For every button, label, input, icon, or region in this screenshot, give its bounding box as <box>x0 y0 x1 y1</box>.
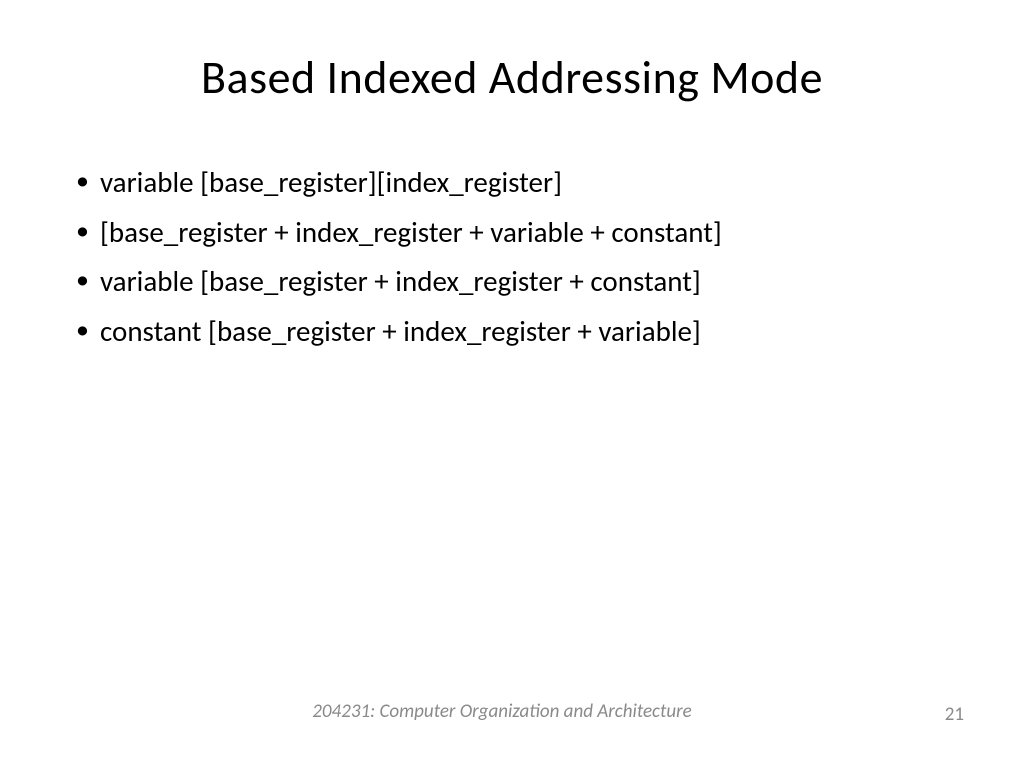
footer-text: 204231: Computer Organization and Archit… <box>60 700 944 723</box>
bullet-item: variable [base_register][index_register] <box>70 161 964 205</box>
bullet-list: variable [base_register][index_register]… <box>70 161 964 353</box>
slide-container: Based Indexed Addressing Mode variable [… <box>0 0 1024 768</box>
bullet-item: variable [base_register + index_register… <box>70 260 964 304</box>
slide-content: variable [base_register][index_register]… <box>60 161 964 700</box>
page-number: 21 <box>945 703 964 726</box>
bullet-item: constant [base_register + index_register… <box>70 310 964 354</box>
bullet-item: [base_register + index_register + variab… <box>70 211 964 255</box>
slide-footer: 204231: Computer Organization and Archit… <box>60 700 964 728</box>
slide-title: Based Indexed Addressing Mode <box>60 50 964 106</box>
